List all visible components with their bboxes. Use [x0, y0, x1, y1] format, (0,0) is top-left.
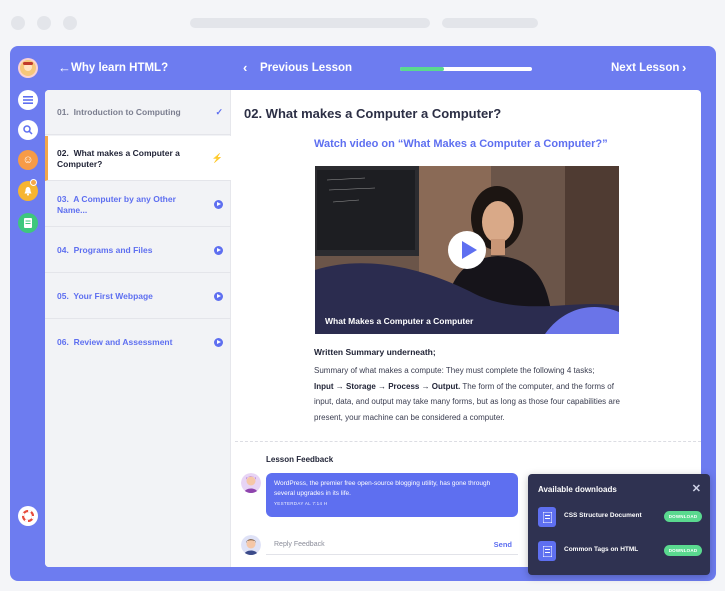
chevron-left-icon[interactable]: ‹: [243, 60, 247, 75]
video-heading: Watch video on “What Makes a Computer a …: [314, 138, 608, 150]
lesson-list: 01. Introduction to Computing ✓ 02. What…: [45, 90, 231, 567]
emoji-icon[interactable]: ☺: [18, 150, 38, 170]
previous-lesson-link[interactable]: Previous Lesson: [260, 62, 352, 74]
downloads-title: Available downloads: [538, 485, 617, 494]
lesson-title: Programs and Files: [73, 245, 153, 255]
lesson-number: 03.: [57, 193, 69, 204]
reply-placeholder[interactable]: Reply Feedback: [274, 541, 325, 548]
back-to-course-link[interactable]: Why learn HTML?: [71, 62, 168, 74]
lesson-item-4[interactable]: 04. Programs and Files: [45, 228, 231, 273]
window-dot: [11, 16, 25, 30]
feedback-message-text: WordPress, the premier free open-source …: [274, 480, 491, 497]
list-icon[interactable]: [18, 90, 38, 110]
lesson-title: Review and Assessment: [73, 337, 173, 347]
close-icon[interactable]: ✕: [692, 482, 701, 495]
document-icon[interactable]: [18, 213, 38, 233]
chevron-right-icon[interactable]: ›: [682, 60, 686, 75]
summary-flow: Input → Storage → Process → Output.: [314, 381, 461, 391]
file-icon: [538, 507, 556, 527]
lesson-title: Introduction to Computing: [73, 107, 181, 117]
user-avatar: [241, 535, 261, 555]
lesson-top-nav: ← Why learn HTML? ‹ Previous Lesson Next…: [54, 46, 704, 92]
lesson-number: 06.: [57, 337, 69, 347]
play-icon[interactable]: [214, 246, 223, 255]
user-avatar-icon[interactable]: [18, 58, 38, 78]
video-caption: What Makes a Computer a Computer: [325, 316, 474, 326]
feedback-timestamp: YESTERDAY AL 7:14 H: [274, 501, 328, 506]
lightning-icon: ⚡: [211, 153, 223, 163]
play-icon[interactable]: [214, 292, 223, 301]
commenter-avatar: [241, 473, 261, 493]
back-arrow-icon[interactable]: ←: [58, 60, 71, 75]
send-button[interactable]: Send: [494, 540, 512, 549]
play-icon[interactable]: [214, 200, 223, 209]
window-dot: [37, 16, 51, 30]
lesson-title: Your First Webpage: [73, 291, 153, 301]
lesson-item-2[interactable]: 02. What makes a Computer a Computer? ⚡: [45, 136, 231, 181]
lesson-number: 01.: [57, 107, 69, 117]
tab-placeholder: [442, 18, 538, 28]
feedback-heading: Lesson Feedback: [266, 455, 334, 464]
download-item-2: Common Tags on HTML DOWNLOAD: [538, 541, 702, 561]
progress-fill: [400, 67, 444, 71]
notification-badge: [30, 179, 37, 186]
search-icon[interactable]: [18, 120, 38, 140]
lesson-title: What makes a Computer a Computer?: [57, 147, 180, 169]
lesson-item-6[interactable]: 06. Review and Assessment: [45, 320, 231, 365]
checkmark-icon: ✓: [215, 107, 223, 117]
lesson-item-1[interactable]: 01. Introduction to Computing ✓: [45, 90, 231, 135]
download-name: Common Tags on HTML: [564, 546, 639, 553]
downloads-card: Available downloads ✕ CSS Structure Docu…: [528, 474, 710, 575]
play-icon[interactable]: [214, 338, 223, 347]
lesson-item-5[interactable]: 05. Your First Webpage: [45, 274, 231, 319]
lesson-number: 05.: [57, 291, 69, 301]
summary-text: Summary of what makes a compute: They mu…: [314, 363, 634, 425]
download-name: CSS Structure Document: [564, 512, 642, 519]
lesson-number: 04.: [57, 245, 69, 255]
lesson-number: 02.: [57, 147, 69, 158]
lesson-title: A Computer by any Other Name...: [57, 193, 176, 215]
section-divider: [235, 441, 701, 442]
video-player[interactable]: What Makes a Computer a Computer: [315, 166, 619, 334]
download-button[interactable]: DOWNLOAD: [664, 511, 702, 522]
file-icon: [538, 541, 556, 561]
browser-chrome: [0, 0, 725, 46]
help-lifebuoy-icon[interactable]: [18, 506, 38, 526]
summary-intro: Summary of what makes a compute: They mu…: [314, 366, 595, 375]
address-bar[interactable]: [190, 18, 430, 28]
video-thumbnail: [315, 166, 619, 334]
lesson-item-3[interactable]: 03. A Computer by any Other Name...: [45, 182, 231, 227]
feedback-message-bubble: WordPress, the premier free open-source …: [266, 473, 518, 517]
lesson-progress-bar: [400, 67, 532, 71]
lesson-title-heading: 02. What makes a Computer a Computer?: [244, 106, 502, 121]
download-button[interactable]: DOWNLOAD: [664, 545, 702, 556]
next-lesson-link[interactable]: Next Lesson: [611, 62, 679, 74]
reply-feedback-field[interactable]: Reply Feedback Send: [266, 535, 518, 555]
download-item-1: CSS Structure Document DOWNLOAD: [538, 507, 702, 527]
summary-heading: Written Summary underneath;: [314, 347, 436, 357]
window-dot: [63, 16, 77, 30]
